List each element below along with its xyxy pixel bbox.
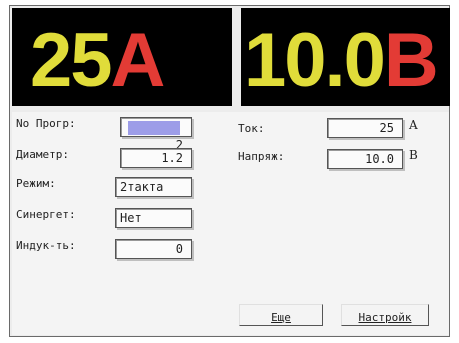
inductance-field[interactable]: 0 [115,239,192,259]
voltage-display-unit: B [383,18,439,103]
settings-button[interactable]: Настройк [341,304,429,326]
current-display-value: 25 [30,18,113,103]
current-display-panel: 25A [12,8,232,106]
current-field[interactable]: 25 [327,118,403,138]
inductance-label: Индук-ть: [16,239,76,252]
program-label: No Прогр: [16,117,76,130]
program-field[interactable]: 2 [120,117,192,152]
more-button-label: Еще [271,311,291,324]
voltage-label: Напряж: [238,150,285,163]
voltage-unit-label: B [409,148,418,162]
synergy-label: Синергет: [16,208,76,221]
current-display-unit: A [110,18,166,103]
voltage-display-value: 10.0 [244,18,386,103]
current-label: Ток: [238,122,265,135]
diameter-field[interactable]: 1.2 [120,148,192,168]
diameter-label: Диаметр: [16,148,69,161]
voltage-display-panel: 10.0B [241,8,450,106]
mode-field[interactable]: 2такта [115,177,192,197]
synergy-field[interactable]: Нет [115,208,192,228]
mode-label: Режим: [16,177,56,190]
selection-highlight [128,120,180,135]
settings-button-label: Настройк [358,311,412,324]
settings-form: No Прогр: 2 Диаметр: 1.2 Режим: 2такта С… [12,112,449,335]
current-display: 25A [30,16,166,106]
voltage-display: 10.0B [244,16,439,106]
current-unit-label: A [409,118,418,132]
more-button[interactable]: Еще [239,304,323,326]
voltage-field[interactable]: 10.0 [327,149,403,169]
